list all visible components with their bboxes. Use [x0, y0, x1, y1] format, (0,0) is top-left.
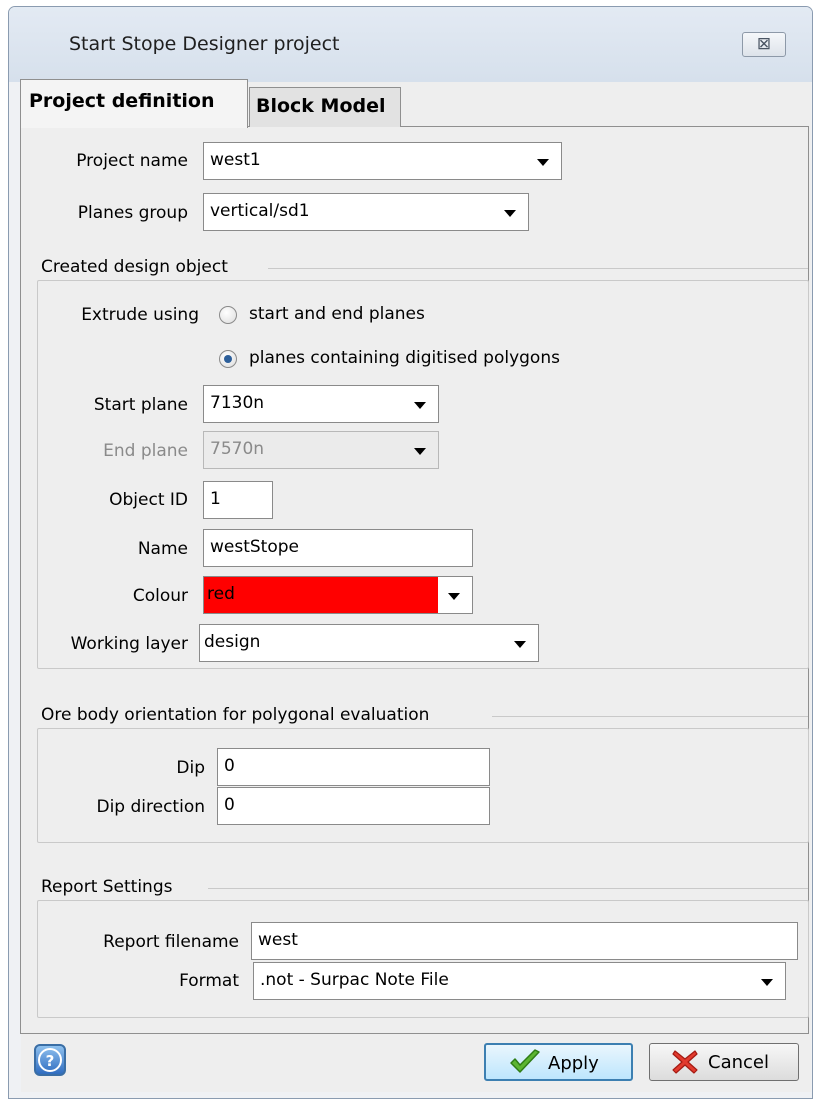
- object-id-value: 1: [210, 489, 221, 509]
- planes-group-value: vertical/sd1: [210, 201, 310, 221]
- help-button[interactable]: ?: [34, 1044, 66, 1076]
- format-value: .not - Surpac Note File: [260, 970, 449, 990]
- orientation-heading: Ore body orientation for polygonal evalu…: [41, 705, 430, 725]
- tab-label: Block Model: [256, 95, 386, 117]
- working-layer-combo[interactable]: design: [199, 624, 539, 662]
- planes-group-combo[interactable]: vertical/sd1: [203, 193, 529, 231]
- dip-field[interactable]: 0: [217, 748, 490, 786]
- format-combo[interactable]: .not - Surpac Note File: [253, 962, 786, 1000]
- dip-direction-label: Dip direction: [96, 797, 205, 817]
- cancel-button[interactable]: Cancel: [649, 1043, 799, 1081]
- object-name-field[interactable]: westStope: [203, 529, 473, 567]
- group-divider: [208, 888, 808, 889]
- tab-label: Project definition: [29, 90, 215, 112]
- name-label: Name: [137, 539, 188, 559]
- start-plane-label: Start plane: [93, 395, 188, 415]
- start-plane-value: 7130n: [210, 393, 265, 413]
- planes-group-label: Planes group: [77, 203, 188, 223]
- group-divider: [492, 716, 808, 717]
- extrude-label: Extrude using: [81, 305, 199, 325]
- chevron-down-icon[interactable]: [502, 625, 538, 661]
- radio-digitised-polygons[interactable]: [219, 350, 237, 368]
- help-icon: ?: [38, 1048, 62, 1072]
- colour-label: Colour: [132, 586, 188, 606]
- start-plane-combo[interactable]: 7130n: [203, 385, 439, 423]
- cancel-label: Cancel: [708, 1052, 769, 1073]
- end-plane-combo: 7570n: [203, 431, 439, 469]
- project-name-combo[interactable]: west1: [203, 142, 562, 180]
- chevron-down-icon[interactable]: [402, 386, 438, 422]
- dip-direction-field[interactable]: 0: [217, 787, 490, 825]
- x-icon: [672, 1050, 698, 1074]
- tab-block-model[interactable]: Block Model: [249, 87, 401, 127]
- close-button[interactable]: ⊠: [742, 32, 786, 57]
- group-divider: [268, 268, 808, 269]
- chevron-down-icon[interactable]: [492, 194, 528, 230]
- chevron-down-icon[interactable]: [436, 577, 472, 613]
- report-filename-field[interactable]: west: [251, 922, 798, 960]
- end-plane-value: 7570n: [210, 439, 265, 459]
- checkmark-icon: [510, 1049, 540, 1073]
- dip-value: 0: [224, 756, 235, 776]
- format-label: Format: [179, 971, 239, 991]
- object-id-label: Object ID: [109, 490, 188, 510]
- dip-direction-value: 0: [224, 795, 235, 815]
- radio-start-end-planes[interactable]: [219, 306, 237, 324]
- dip-label: Dip: [176, 758, 205, 778]
- title-bar[interactable]: Start Stope Designer project ⊠: [9, 7, 812, 82]
- chevron-down-icon[interactable]: [525, 143, 561, 179]
- end-plane-label: End plane: [103, 441, 188, 461]
- window-title: Start Stope Designer project: [69, 33, 340, 55]
- project-name-label: Project name: [76, 151, 188, 171]
- report-filename-label: Report filename: [103, 932, 239, 952]
- radio-start-end-label: start and end planes: [249, 304, 425, 324]
- chevron-down-icon[interactable]: [749, 963, 785, 999]
- report-heading: Report Settings: [41, 877, 173, 897]
- colour-combo[interactable]: red: [203, 576, 473, 614]
- chevron-down-icon: [402, 432, 438, 468]
- object-name-value: westStope: [210, 537, 299, 557]
- working-layer-value: design: [204, 632, 261, 652]
- tab-project-definition[interactable]: Project definition: [20, 79, 248, 128]
- working-layer-label: Working layer: [70, 634, 188, 654]
- report-filename-value: west: [258, 930, 298, 950]
- apply-button[interactable]: Apply: [484, 1043, 633, 1081]
- object-id-field[interactable]: 1: [203, 481, 273, 519]
- svg-text:?: ?: [46, 1052, 55, 1070]
- design-object-heading: Created design object: [41, 257, 228, 277]
- radio-polygons-label: planes containing digitised polygons: [249, 348, 560, 368]
- colour-swatch: [204, 577, 438, 613]
- apply-label: Apply: [548, 1053, 599, 1074]
- colour-value: red: [207, 584, 235, 604]
- close-icon: ⊠: [756, 34, 772, 54]
- project-name-value: west1: [210, 150, 261, 170]
